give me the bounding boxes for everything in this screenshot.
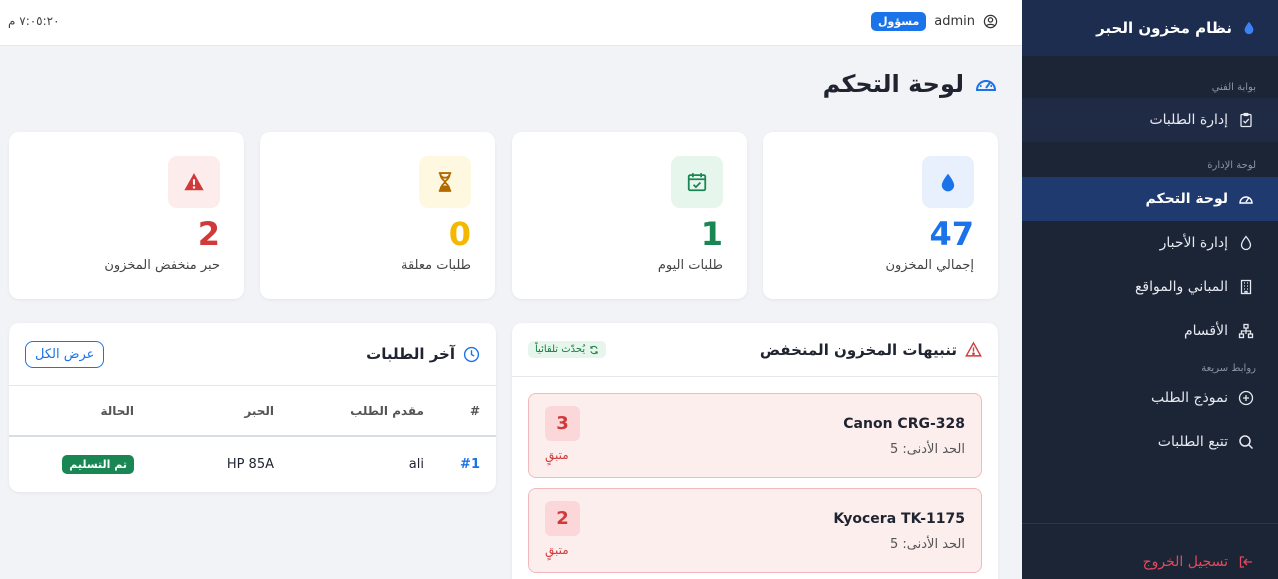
warning-icon [184, 173, 204, 191]
ink-min-level: الحد الأدنى: 5 [890, 537, 965, 552]
stat-card-today-orders: 1 طلبات اليوم [512, 132, 747, 299]
sidebar-divider [1022, 523, 1278, 524]
sidebar-item-dashboard[interactable]: لوحة التحكم [1022, 177, 1278, 221]
column-header: الحالة [9, 386, 134, 437]
sidebar-item-label: المباني والمواقع [1134, 279, 1228, 295]
table-header-row: # مقدم الطلب الحبر الحالة [9, 386, 496, 437]
ink-name: Canon CRG-328 [843, 416, 965, 432]
sidebar-item-label: تتبع الطلبات [1157, 434, 1228, 450]
table-cell-status: تم التسليم [9, 436, 134, 492]
column-header: # [424, 386, 496, 437]
hourglass-icon [438, 172, 452, 192]
sidebar-item-label: نموذج الطلب [1151, 390, 1228, 406]
column-header: مقدم الطلب [274, 386, 424, 437]
warning-icon [965, 341, 982, 357]
stat-label: طلبات اليوم [657, 258, 723, 273]
stat-value: 0 [448, 215, 471, 253]
sidebar-section-quick: روابط سريعة [1201, 363, 1256, 374]
panel-header: آخر الطلبات عرض الكل [9, 323, 496, 386]
ink-min-level: الحد الأدنى: 5 [890, 442, 965, 457]
sidebar-item-label: إدارة الطلبات [1149, 112, 1228, 128]
orders-table: # مقدم الطلب الحبر الحالة #1 ali HP 85A … [9, 386, 496, 492]
sidebar-item-buildings[interactable]: المباني والمواقع [1022, 265, 1278, 309]
clock-icon [463, 346, 480, 362]
logout-button[interactable]: تسجيل الخروج [1022, 544, 1278, 579]
calendar-check-icon [687, 173, 707, 192]
status-badge: تم التسليم [62, 455, 134, 474]
brand: نظام مخزون الحبر [1022, 0, 1278, 56]
sidebar-item-request-form[interactable]: نموذج الطلب [1022, 376, 1278, 420]
auto-refresh-badge: يُحدّث تلقائياً [528, 341, 607, 358]
sidebar-item-label: لوحة التحكم [1145, 191, 1228, 207]
stat-value: 47 [929, 215, 974, 253]
role-badge: مسؤول [870, 12, 927, 31]
remaining-count: 2 [545, 501, 580, 536]
stat-icon-bg [922, 156, 974, 208]
sidebar-section-admin: لوحة الإدارة [1207, 160, 1256, 171]
stat-value: 2 [197, 215, 220, 253]
sidebar-item-label: إدارة الأحبار [1159, 235, 1228, 251]
column-header: الحبر [134, 386, 274, 437]
panel-header: تنبيهات المخزون المنخفض يُحدّث تلقائياً [512, 323, 998, 377]
building-icon [1240, 279, 1252, 295]
droplet-icon [1244, 21, 1254, 35]
stat-icon-bg [671, 156, 723, 208]
panel-title: آخر الطلبات [366, 345, 480, 363]
sidebar-item-label: الأقسام [1184, 323, 1228, 339]
sidebar-item-track-orders[interactable]: تتبع الطلبات [1022, 420, 1278, 464]
user-menu[interactable]: admin مسؤول [870, 12, 998, 31]
sidebar-section-tech: بوابة الفني [1211, 82, 1256, 93]
remaining-label: متبقٍ [545, 543, 569, 557]
clipboard-check-icon [1240, 112, 1252, 128]
username: admin [934, 14, 975, 29]
panel-title-text: تنبيهات المخزون المنخفض [759, 340, 957, 359]
sidebar-item-inks[interactable]: إدارة الأحبار [1022, 221, 1278, 265]
page-title: لوحة التحكم [823, 70, 998, 98]
panel-title: تنبيهات المخزون المنخفض [760, 341, 982, 359]
sidebar-item-departments[interactable]: الأقسام [1022, 309, 1278, 353]
stat-value: 1 [700, 215, 723, 253]
low-stock-alert-item: Canon CRG-328 الحد الأدنى: 5 3 متبقٍ [528, 393, 982, 478]
table-cell-ink: HP 85A [226, 457, 274, 472]
table-cell-requester: ali [408, 457, 424, 472]
table-row[interactable]: #1 ali HP 85A تم التسليم [9, 436, 496, 492]
stat-card-total-stock: 47 إجمالي المخزون [763, 132, 998, 299]
stat-icon-bg [168, 156, 220, 208]
logout-label: تسجيل الخروج [1142, 554, 1228, 570]
stat-label: طلبات معلقة [401, 258, 471, 273]
refresh-icon [590, 345, 598, 354]
order-id-link[interactable]: #1 [460, 457, 480, 472]
speedometer-icon [975, 80, 997, 91]
table-cell-id: #1 [424, 436, 496, 492]
remaining-count: 3 [545, 406, 580, 441]
user-circle-icon [983, 14, 998, 29]
search-icon [1239, 435, 1254, 450]
plus-circle-icon [1238, 390, 1254, 406]
stat-icon-bg [419, 156, 471, 208]
low-stock-alerts-panel: تنبيهات المخزون المنخفض يُحدّث تلقائياً … [512, 323, 998, 579]
stat-card-low-stock: 2 حبر منخفض المخزون [9, 132, 244, 299]
auto-refresh-text: يُحدّث تلقائياً [535, 344, 586, 355]
sidebar-item-orders[interactable]: إدارة الطلبات [1022, 98, 1278, 142]
stat-label: حبر منخفض المخزون [104, 258, 220, 273]
logout-icon [1239, 556, 1252, 568]
stat-label: إجمالي المخزون [885, 258, 974, 273]
topbar: admin مسؤول ٧:٠٥:٢٠ م [0, 0, 1022, 46]
brand-title: نظام مخزون الحبر [1096, 19, 1232, 37]
droplet-icon [1240, 235, 1252, 251]
stat-card-pending-orders: 0 طلبات معلقة [260, 132, 495, 299]
sidebar: نظام مخزون الحبر بوابة الفني إدارة الطلب… [1022, 0, 1278, 579]
view-all-button[interactable]: عرض الكل [25, 340, 105, 368]
panel-title-text: آخر الطلبات [366, 345, 455, 363]
droplet-icon [941, 173, 955, 192]
ink-name: Kyocera TK-1175 [833, 511, 965, 527]
clock: ٧:٠٥:٢٠ م [8, 14, 60, 28]
recent-orders-panel: آخر الطلبات عرض الكل # مقدم الطلب الحبر … [9, 323, 496, 492]
low-stock-alert-item: Kyocera TK-1175 الحد الأدنى: 5 2 متبقٍ [528, 488, 982, 573]
speedometer-icon [1239, 196, 1253, 204]
page-title-text: لوحة التحكم [822, 70, 964, 98]
diagram-icon [1238, 323, 1254, 339]
remaining-label: متبقٍ [545, 448, 569, 462]
